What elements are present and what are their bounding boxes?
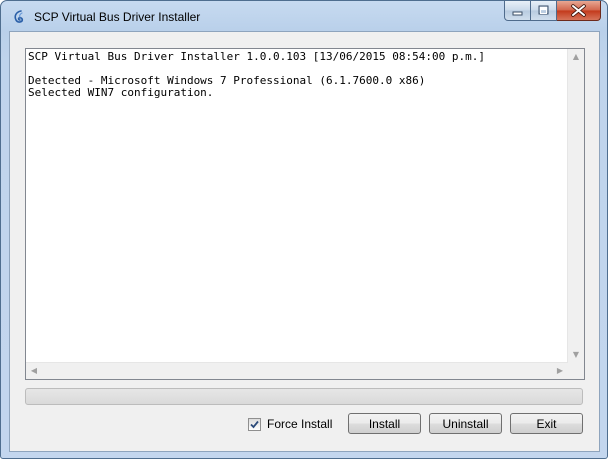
scroll-up-icon[interactable]: ▲ xyxy=(568,49,584,65)
scroll-down-icon[interactable]: ▼ xyxy=(568,347,584,363)
close-icon xyxy=(571,4,586,17)
title-bar[interactable]: SCP Virtual Bus Driver Installer xyxy=(1,1,607,35)
scrollbar-corner xyxy=(568,363,584,379)
exit-button[interactable]: Exit xyxy=(510,413,583,434)
client-area: SCP Virtual Bus Driver Installer 1.0.0.1… xyxy=(9,31,600,452)
minimize-icon xyxy=(512,11,523,16)
scp-logo-icon xyxy=(14,10,24,23)
force-install-option[interactable]: Force Install xyxy=(248,415,332,433)
maximize-icon xyxy=(538,5,549,15)
caption-buttons xyxy=(504,1,601,21)
uninstall-button[interactable]: Uninstall xyxy=(429,413,502,434)
checkmark-icon xyxy=(250,420,259,428)
log-line: SCP Virtual Bus Driver Installer 1.0.0.1… xyxy=(28,50,485,63)
install-progress-bar xyxy=(25,388,583,405)
maximize-button[interactable] xyxy=(531,1,557,21)
scroll-left-icon[interactable]: ◀ xyxy=(26,363,42,379)
close-button[interactable] xyxy=(557,1,601,21)
force-install-checkbox[interactable] xyxy=(248,417,261,431)
log-line: Selected WIN7 configuration. xyxy=(28,86,214,99)
installer-window: SCP Virtual Bus Driver Installer SCP Vir… xyxy=(0,0,608,459)
log-textbox[interactable]: SCP Virtual Bus Driver Installer 1.0.0.1… xyxy=(25,48,585,380)
log-text: SCP Virtual Bus Driver Installer 1.0.0.1… xyxy=(28,51,485,99)
vertical-scrollbar[interactable]: ▲ ▼ xyxy=(567,49,584,363)
install-button[interactable]: Install xyxy=(348,413,421,434)
scroll-right-icon[interactable]: ▶ xyxy=(552,363,568,379)
horizontal-scrollbar[interactable]: ◀ ▶ xyxy=(26,362,568,379)
minimize-button[interactable] xyxy=(504,1,531,21)
force-install-label: Force Install xyxy=(267,417,333,431)
window-title: SCP Virtual Bus Driver Installer xyxy=(34,10,201,24)
